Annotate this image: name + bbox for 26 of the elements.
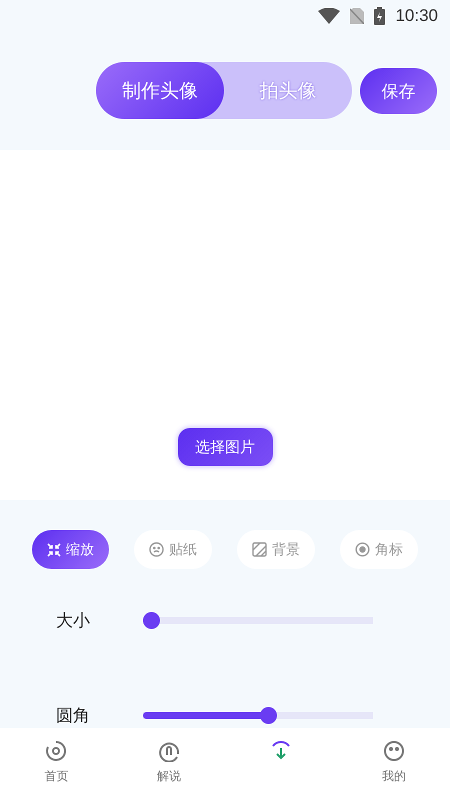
slider-label: 圆角: [56, 704, 91, 726]
smiley-icon: [382, 740, 405, 762]
wifi-icon: [318, 8, 340, 24]
tool-tab[interactable]: 贴纸: [134, 530, 212, 569]
slider-thumb[interactable]: [143, 612, 160, 628]
battery-icon: [374, 7, 386, 25]
sim-icon: [350, 8, 364, 24]
nav-item[interactable]: 我的: [338, 728, 450, 800]
clock-time: 10:30: [395, 6, 438, 26]
tool-tab[interactable]: 背景: [237, 530, 315, 569]
tool-tab[interactable]: 角标: [340, 530, 418, 569]
select-image-button[interactable]: 选择图片: [178, 428, 272, 466]
striped-square-icon: [252, 542, 267, 557]
mode-tab[interactable]: 制作头像: [96, 62, 224, 119]
nav-item[interactable]: 首页: [0, 728, 112, 800]
slider-label: 大小: [56, 610, 91, 632]
disc-icon: [45, 740, 68, 762]
shrink-icon: [47, 542, 61, 556]
smiley-icon: [149, 542, 164, 557]
save-button[interactable]: 保存: [360, 68, 437, 114]
at-sign-icon: [158, 740, 180, 762]
slider-thumb[interactable]: [260, 706, 278, 724]
target-icon: [355, 542, 370, 557]
download-icon: [270, 740, 292, 762]
nav-item[interactable]: 解说: [112, 728, 225, 800]
tool-tab[interactable]: 缩放: [32, 530, 109, 569]
